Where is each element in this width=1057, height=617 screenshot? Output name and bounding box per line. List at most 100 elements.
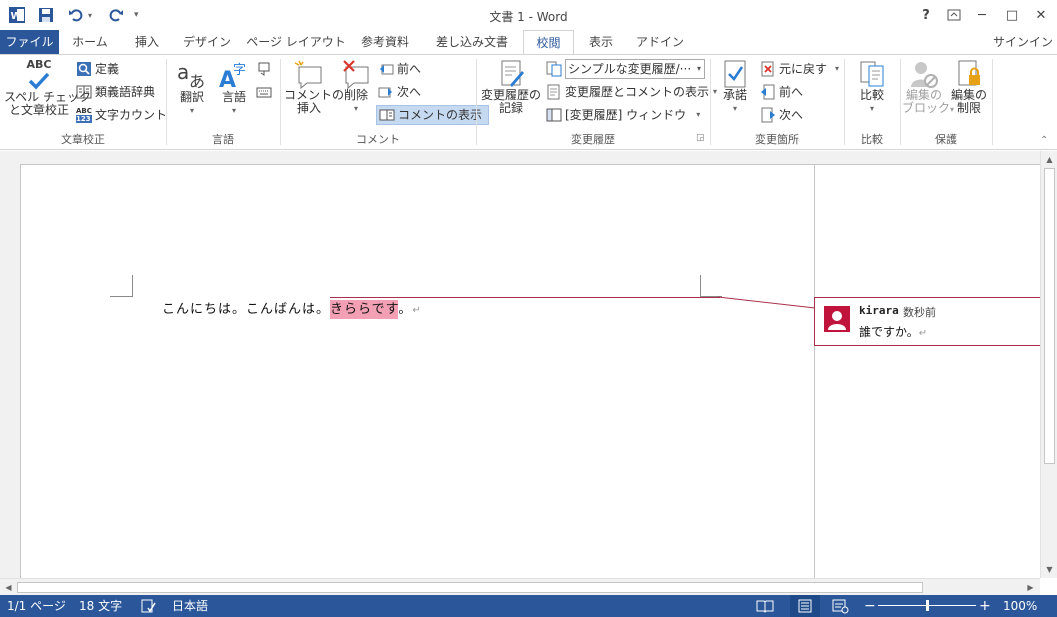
word-count-badge-top: ABC	[76, 107, 92, 115]
markup-dropdown[interactable]: シンプルな変更履歴/··· ▾	[565, 59, 705, 79]
next-comment-button[interactable]: 次へ	[378, 82, 421, 102]
status-bar: 1/1 ページ 18 文字 日本語 − + 100%	[0, 595, 1057, 617]
tab-mailings[interactable]: 差し込み文書	[426, 30, 518, 54]
zoom-slider-thumb[interactable]	[926, 600, 929, 611]
language-status[interactable]: 日本語	[172, 595, 208, 617]
comment-balloon[interactable]: kirara 数秒前 誰ですか。↵	[814, 297, 1040, 346]
scroll-right-icon[interactable]: ▶	[1022, 579, 1039, 596]
reject-button[interactable]: 元に戻す ▾	[760, 59, 839, 79]
user-avatar-icon	[828, 311, 846, 330]
page-count[interactable]: 1/1 ページ	[7, 595, 66, 617]
reviewing-pane-button[interactable]: [変更履歴] ウィンドウ ▾	[546, 105, 700, 125]
define-label: 定義	[95, 62, 120, 76]
new-comment-button[interactable]: コメントの 挿入	[284, 59, 344, 129]
thesaurus-button[interactable]: 類義語辞典	[76, 82, 155, 102]
language-dropdown-icon: ▾	[231, 106, 236, 115]
minimize-button[interactable]: ─	[968, 4, 996, 26]
new-comment-label-2: 挿入	[296, 101, 321, 115]
zoom-slider[interactable]	[878, 595, 976, 617]
show-comments-button[interactable]: コメントの表示	[376, 105, 490, 125]
spelling-grammar-button[interactable]: ABC スペル チェック と文章校正	[4, 59, 91, 129]
block-authors-label-2: ブロック	[902, 101, 951, 115]
tracking-dialog-launcher-icon[interactable]: ◲	[696, 133, 705, 143]
word-count-button[interactable]: ABC 123 文字カウント	[76, 105, 167, 125]
document-page[interactable]	[20, 164, 1040, 578]
translate-button[interactable]: aあ 翻訳 ▾	[172, 59, 212, 129]
commented-text-highlight[interactable]: きららです	[330, 300, 399, 319]
delete-comment-icon	[343, 60, 369, 89]
previous-change-button[interactable]: 前へ	[760, 82, 803, 102]
display-for-review-control[interactable]: シンプルな変更履歴/··· ▾	[546, 59, 705, 79]
comment-prev-label: 前へ	[397, 62, 422, 76]
avatar	[824, 306, 850, 332]
tab-home[interactable]: ホーム	[64, 30, 116, 54]
restrict-editing-button[interactable]: 編集の 制限	[948, 59, 990, 129]
vertical-scroll-thumb[interactable]	[1044, 168, 1055, 464]
zoom-out-icon[interactable]: −	[864, 595, 876, 617]
comment-author: kirara	[859, 304, 899, 317]
tab-insert[interactable]: 挿入	[122, 30, 172, 54]
show-markup-icon	[547, 84, 560, 100]
print-layout-icon[interactable]	[790, 595, 820, 617]
tab-view[interactable]: 表示	[580, 30, 622, 54]
horizontal-scroll-thumb[interactable]	[17, 582, 923, 593]
read-mode-icon[interactable]	[756, 595, 774, 617]
comment-text[interactable]: 誰ですか。↵	[859, 323, 927, 340]
ribbon: ABC スペル チェック と文章校正 定義 類義語辞典 ABC 123 文字カウ…	[0, 54, 1057, 150]
define-button[interactable]: 定義	[76, 59, 119, 79]
translate-small-icon	[258, 62, 270, 76]
delete-comment-button[interactable]: 削除 ▾	[336, 59, 376, 129]
proofing-status-icon[interactable]	[140, 595, 156, 617]
compare-group-label: 比較	[861, 133, 883, 146]
close-button[interactable]: ✕	[1027, 4, 1055, 26]
accept-button[interactable]: 承諾 ▾	[714, 59, 756, 129]
accept-icon	[724, 60, 746, 88]
tab-design[interactable]: デザイン	[178, 30, 236, 54]
keyboard-icon-button[interactable]	[256, 82, 275, 102]
paragraph-text: こんにちは。こんばんは。	[162, 302, 331, 317]
next-change-button[interactable]: 次へ	[760, 105, 803, 125]
scroll-down-icon[interactable]: ▼	[1041, 561, 1057, 578]
compare-button[interactable]: 比較 ▾	[850, 59, 894, 129]
zoom-in-icon[interactable]: +	[979, 595, 991, 617]
show-markup-button[interactable]: 変更履歴とコメントの表示 ▾	[546, 82, 717, 102]
block-authors-button[interactable]: 編集の ブロック▾	[902, 59, 954, 129]
comment-paragraph-mark-icon: ↵	[918, 328, 928, 339]
tab-addins[interactable]: アドイン	[632, 30, 688, 54]
document-area[interactable]	[0, 151, 1040, 578]
vertical-scrollbar[interactable]: ▲ ▼	[1040, 151, 1057, 578]
change-prev-label: 前へ	[779, 85, 804, 99]
define-icon	[77, 62, 91, 76]
word-count[interactable]: 18 文字	[79, 595, 122, 617]
maximize-button[interactable]: □	[998, 4, 1026, 26]
document-paragraph[interactable]: こんにちは。こんばんは。きららです。↵	[162, 298, 422, 319]
comment-next-label: 次へ	[397, 85, 422, 99]
proofing-group-label: 文章校正	[61, 133, 105, 146]
tab-references[interactable]: 参考資料	[354, 30, 416, 54]
block-authors-icon	[911, 62, 938, 88]
collapse-ribbon-icon[interactable]: ⌃	[1040, 135, 1048, 146]
title-bar: W ▾ ▾ 文書 1 - Word ? ─ □ ✕	[0, 0, 1057, 30]
comment-timestamp: 数秒前	[903, 306, 936, 319]
translate-selection-button[interactable]	[256, 59, 275, 79]
reject-dropdown-icon: ▾	[835, 64, 840, 73]
scroll-up-icon[interactable]: ▲	[1041, 151, 1057, 168]
ribbon-tabs: ファイル ホーム 挿入 デザイン ページ レイアウト 参考資料 差し込み文書 校…	[0, 30, 1057, 55]
reject-icon	[761, 61, 774, 77]
zoom-level[interactable]: 100%	[1003, 595, 1037, 617]
horizontal-scrollbar[interactable]: ◀ ▶	[0, 578, 1040, 595]
reviewing-pane-label: [変更履歴] ウィンドウ	[565, 108, 687, 122]
language-button[interactable]: A字 言語 ▾	[214, 59, 254, 129]
tab-file[interactable]: ファイル	[0, 30, 59, 54]
previous-change-icon	[761, 84, 775, 100]
new-comment-icon	[294, 60, 322, 89]
track-changes-button[interactable]: 変更履歴の 記録	[480, 59, 542, 129]
tab-review[interactable]: 校閲	[523, 30, 574, 55]
previous-comment-button[interactable]: 前へ	[378, 59, 421, 79]
signin-link[interactable]: サインイン	[993, 30, 1057, 54]
help-button[interactable]: ?	[912, 4, 940, 26]
web-layout-icon[interactable]	[832, 595, 850, 617]
tab-page-layout[interactable]: ページ レイアウト	[244, 30, 348, 54]
ribbon-display-options-button[interactable]	[940, 4, 968, 26]
scroll-left-icon[interactable]: ◀	[0, 579, 17, 596]
